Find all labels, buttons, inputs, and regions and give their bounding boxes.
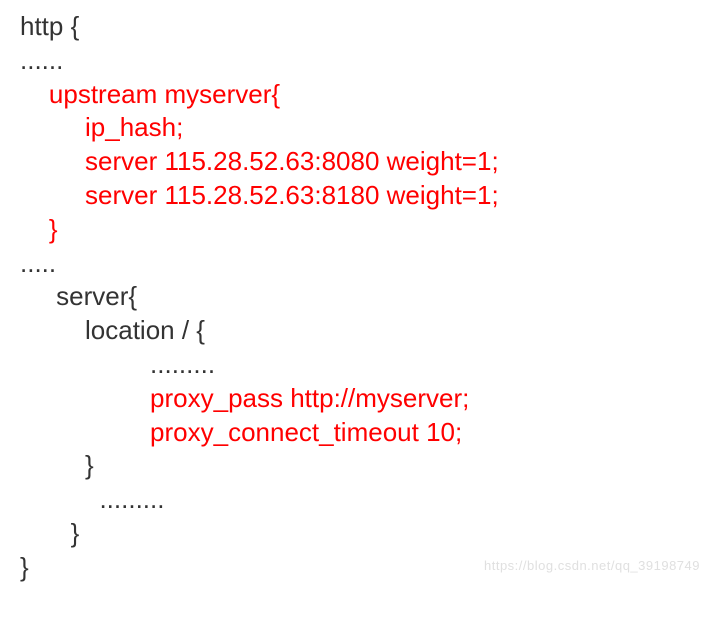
code-line: ip_hash; (20, 111, 705, 145)
code-line: } (20, 213, 705, 247)
code-line: server 115.28.52.63:8080 weight=1; (20, 145, 705, 179)
code-line: server{ (20, 280, 705, 314)
code-line: location / { (20, 314, 705, 348)
code-line: ......... (20, 483, 705, 517)
code-line: proxy_connect_timeout 10; (20, 416, 705, 450)
code-line: } (20, 517, 705, 551)
code-line: http { (20, 10, 705, 44)
code-line: ..... (20, 247, 705, 281)
code-block: http { ...... upstream myserver{ ip_hash… (0, 0, 725, 585)
code-line: ......... (20, 348, 705, 382)
code-line: proxy_pass http://myserver; (20, 382, 705, 416)
code-line: ...... (20, 44, 705, 78)
code-line: server 115.28.52.63:8180 weight=1; (20, 179, 705, 213)
watermark-text: https://blog.csdn.net/qq_39198749 (484, 558, 700, 575)
code-line: } (20, 449, 705, 483)
code-line: upstream myserver{ (20, 78, 705, 112)
